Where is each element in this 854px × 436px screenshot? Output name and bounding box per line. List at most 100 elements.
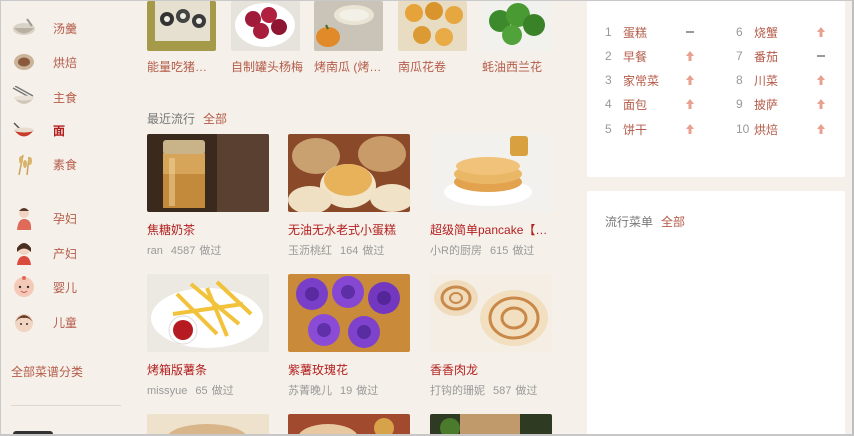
recipe-author[interactable]: ran	[147, 245, 163, 257]
recipe-title[interactable]: 自制罐头杨梅	[231, 58, 315, 75]
sidebar-item-postpartum[interactable]: 产妇	[11, 241, 77, 265]
sidebar-item-staple[interactable]: 主食	[11, 85, 77, 109]
ranking-item[interactable]: 4 面包	[605, 96, 695, 112]
recipe-card: 烤箱版薯条 missyue 65 做过	[147, 274, 269, 398]
recipe-thumbnail[interactable]	[482, 1, 551, 51]
cook-label: 做过	[199, 245, 222, 257]
sidebar-item-vegetarian[interactable]: 素食	[11, 152, 77, 176]
rank-number: 10	[736, 122, 750, 136]
recipe-name[interactable]: 紫薯玫瑰花	[288, 361, 410, 378]
rank-keyword[interactable]: 烧蟹	[754, 24, 816, 41]
all-categories-link[interactable]: 全部菜谱分类	[11, 363, 83, 380]
soup-bowl-icon	[11, 16, 37, 40]
category-sidebar: 汤羹 烘焙 主食 面 素食 孕妇 产妇 婴儿 儿童 全部菜谱分类	[1, 1, 141, 434]
recipe-thumbnail[interactable]	[314, 1, 383, 51]
recipe-image[interactable]	[147, 134, 269, 212]
view-all-link[interactable]: 全部	[203, 112, 227, 126]
recipe-image[interactable]	[147, 274, 269, 352]
recipe-name[interactable]: 烤箱版薯条	[147, 361, 269, 378]
trend-flat-icon	[816, 55, 826, 57]
cook-count: 164	[340, 245, 359, 257]
rank-keyword[interactable]: 早餐	[623, 48, 685, 65]
sidebar-item-label: 孕妇	[53, 211, 78, 226]
recipe-image[interactable]	[147, 414, 269, 434]
trend-up-icon	[816, 124, 826, 134]
recipe-card: 紫薯玫瑰花 苏菁晚儿 19 做过	[288, 274, 410, 398]
ranking-item[interactable]: 3 家常菜	[605, 72, 695, 88]
recipe-title[interactable]: 烤南瓜 (烤…	[314, 58, 398, 75]
recipe-image[interactable]	[430, 274, 552, 352]
sidebar-item-baking[interactable]: 烘焙	[11, 50, 77, 74]
recent-popular-header: 最近流行 全部	[147, 110, 227, 127]
recipe-author[interactable]: 小R的厨房	[430, 245, 482, 257]
sidebar-item-noodles[interactable]: 面	[11, 118, 65, 142]
recipe-image[interactable]	[430, 134, 552, 212]
ranking-item[interactable]: 10 烘焙	[736, 121, 826, 137]
ranking-item[interactable]: 7 番茄	[736, 48, 826, 64]
page-frame: 汤羹 烘焙 主食 面 素食 孕妇 产妇 婴儿 儿童 全部菜谱分类 能量吃猪… 自…	[0, 0, 854, 436]
recipe-title[interactable]: 能量吃猪…	[147, 58, 231, 75]
recipe-thumbnail[interactable]	[398, 1, 467, 51]
rank-keyword[interactable]: 烘焙	[754, 121, 816, 138]
recipe-image[interactable]	[288, 134, 410, 212]
cook-count: 65	[195, 385, 208, 397]
recipe-name[interactable]: 香香肉龙	[430, 361, 552, 378]
trend-up-icon	[685, 51, 695, 61]
sidebar-item-label: 儿童	[53, 315, 78, 330]
sidebar-item-soup[interactable]: 汤羹	[11, 16, 77, 40]
recipe-image[interactable]	[288, 274, 410, 352]
recipe-title[interactable]: 南瓜花卷	[398, 58, 482, 75]
rank-number: 4	[605, 97, 612, 111]
view-all-link[interactable]: 全部	[661, 215, 685, 229]
child-icon	[11, 310, 37, 334]
recipe-title[interactable]: 蚝油西兰花	[482, 58, 566, 75]
trend-up-icon	[685, 124, 695, 134]
rank-number: 7	[736, 49, 743, 63]
ranking-item[interactable]: 1 蛋糕	[605, 24, 695, 40]
ranking-item[interactable]: 5 饼干	[605, 121, 695, 137]
sidebar-item-pregnant[interactable]: 孕妇	[11, 206, 77, 230]
section-title: 最近流行	[147, 112, 196, 126]
cook-label: 做过	[362, 245, 385, 257]
recipe-author[interactable]: 苏菁晚儿	[288, 385, 332, 397]
rank-keyword[interactable]: 饼干	[623, 121, 685, 138]
sidebar-item-label: 婴儿	[53, 280, 78, 295]
rank-number: 6	[736, 25, 743, 39]
recipe-author[interactable]: missyue	[147, 385, 187, 397]
recipe-card: 香香肉龙 打钩的珊妮 587 做过	[430, 274, 552, 398]
recipe-name[interactable]: 焦糖奶茶	[147, 221, 269, 238]
recipe-image[interactable]	[288, 414, 410, 434]
rank-keyword[interactable]: 面包	[623, 96, 685, 113]
sidebar-item-children[interactable]: 儿童	[11, 310, 77, 334]
trend-up-icon	[816, 99, 826, 109]
sidebar-item-label: 烘焙	[53, 55, 78, 70]
rank-number: 5	[605, 122, 612, 136]
ranking-item[interactable]: 2 早餐	[605, 48, 695, 64]
panel-title: ▔▔▔▔	[605, 0, 642, 8]
recipe-name[interactable]: 超级简单pancake【…	[430, 221, 552, 238]
recipe-name[interactable]: 无油无水老式小蛋糕	[288, 221, 410, 238]
trend-up-icon	[685, 75, 695, 85]
ranking-item[interactable]: 6 烧蟹	[736, 24, 826, 40]
sidebar-item-label: 面	[53, 123, 66, 138]
rank-keyword[interactable]: 披萨	[754, 96, 816, 113]
recipe-author[interactable]: 打钩的珊妮	[430, 385, 485, 397]
recipe-thumbnail[interactable]	[231, 1, 300, 51]
trend-up-icon	[816, 27, 826, 37]
section-title: 流行菜单	[605, 215, 654, 229]
ranking-item[interactable]: 8 川菜	[736, 72, 826, 88]
rank-number: 3	[605, 73, 612, 87]
cook-count: 587	[493, 385, 512, 397]
recipe-thumbnail[interactable]	[147, 1, 216, 51]
baking-pie-icon	[11, 50, 37, 74]
sidebar-item-baby[interactable]: 婴儿	[11, 275, 77, 299]
cook-label: 做过	[211, 385, 234, 397]
rank-keyword[interactable]: 番茄	[754, 48, 816, 65]
rank-keyword[interactable]: 川菜	[754, 72, 816, 89]
ranking-item[interactable]: 9 披萨	[736, 96, 826, 112]
rank-keyword[interactable]: 蛋糕	[623, 24, 685, 41]
recipe-image[interactable]	[430, 414, 552, 434]
recipe-meta: 打钩的珊妮 587 做过	[430, 382, 552, 398]
rank-keyword[interactable]: 家常菜	[623, 72, 685, 89]
recipe-author[interactable]: 玉沥桃红	[288, 245, 332, 257]
